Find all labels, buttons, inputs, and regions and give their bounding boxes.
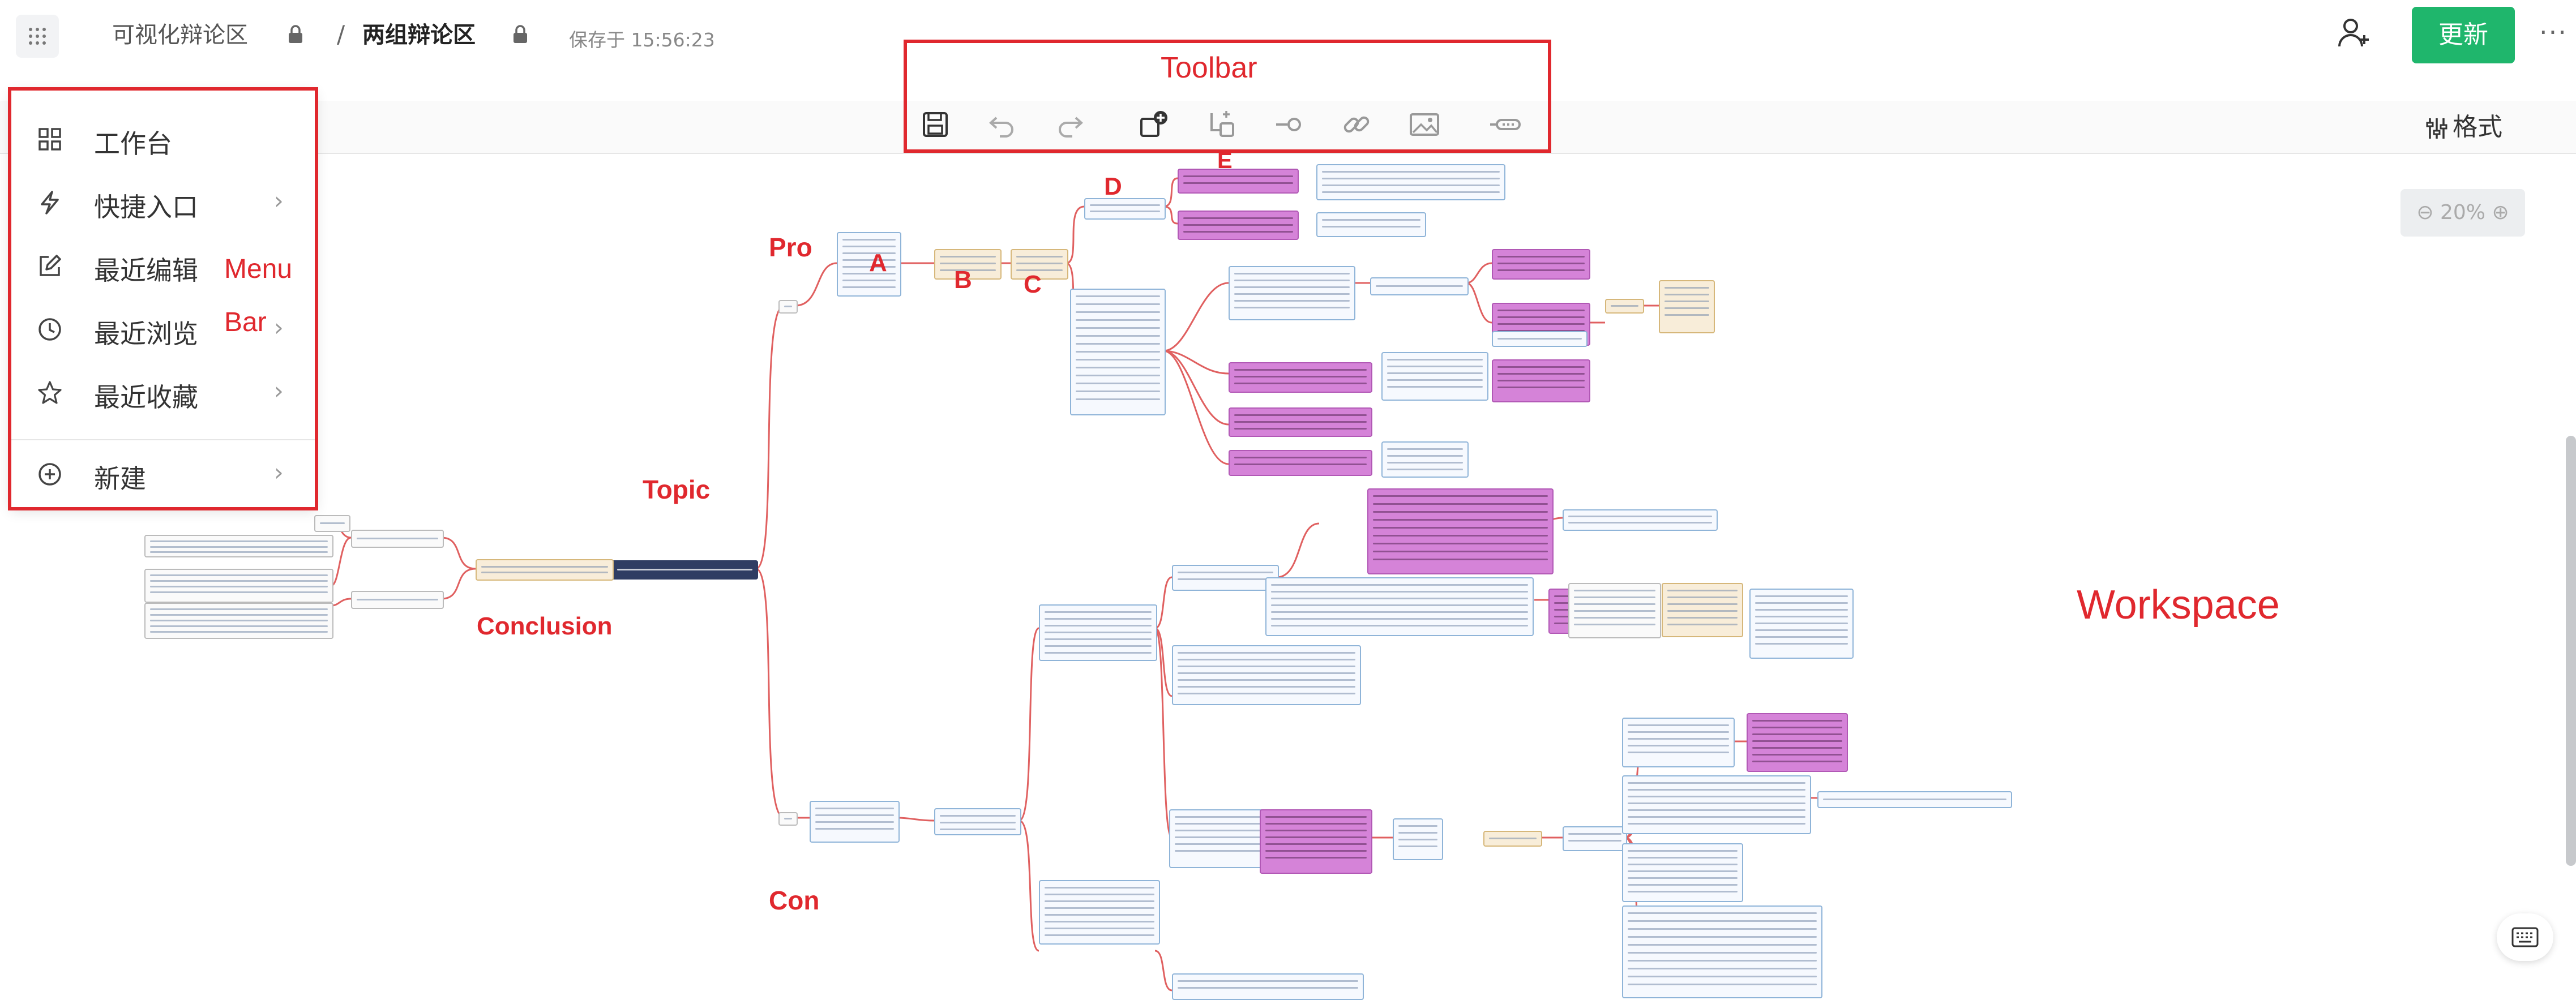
zoom-in-icon[interactable]: ⊕ <box>2492 201 2509 224</box>
pro-leaf-node[interactable] <box>1492 331 1587 347</box>
node-b-annotation-label: B <box>954 266 972 294</box>
keyboard-shortcuts-button[interactable] <box>2497 913 2553 961</box>
pro-leaf-node[interactable] <box>1605 299 1644 314</box>
con-leaf-node[interactable] <box>1749 589 1854 659</box>
con-leaf-node[interactable] <box>1622 775 1811 834</box>
pro-annotation-label: Pro <box>769 233 812 262</box>
zoom-level: 20% <box>2440 201 2485 224</box>
pro-pink-node[interactable] <box>1229 407 1372 437</box>
menu-annotation-box <box>8 87 318 510</box>
node-e-annotation-label: E <box>1217 148 1233 173</box>
topic-node[interactable] <box>611 560 758 580</box>
con-node[interactable] <box>1265 577 1534 636</box>
conclusion-node[interactable] <box>476 559 614 581</box>
con-evidence-node[interactable] <box>1039 604 1157 661</box>
con-node[interactable] <box>934 808 1021 835</box>
menu-annotation-label: Bar <box>224 307 267 337</box>
topic-annotation-label: Topic <box>643 475 711 504</box>
con-pink-node[interactable] <box>1747 713 1848 772</box>
workspace-annotation-label: Workspace <box>2077 582 2280 628</box>
conclusion-leaf-node[interactable] <box>144 603 333 639</box>
con-node[interactable] <box>1483 831 1542 847</box>
con-node[interactable] <box>1172 565 1279 591</box>
con-node[interactable] <box>778 812 798 826</box>
pro-pink-node[interactable] <box>1492 359 1590 402</box>
node-c-annotation-label: C <box>1024 271 1042 298</box>
conclusion-child-node[interactable] <box>351 591 444 609</box>
pro-pink-node[interactable] <box>1178 211 1299 240</box>
con-leaf-node[interactable] <box>1568 583 1661 638</box>
con-leaf-node[interactable] <box>1622 843 1743 902</box>
pro-leaf-node[interactable] <box>1381 352 1488 401</box>
pro-leaf-node[interactable] <box>1316 164 1505 200</box>
pro-leaf-node[interactable] <box>1381 441 1469 478</box>
con-leaf-node[interactable] <box>1662 583 1743 637</box>
keyboard-icon <box>2511 927 2539 947</box>
zoom-out-icon[interactable]: ⊖ <box>2416 201 2433 224</box>
con-leaf-node[interactable] <box>1563 509 1718 531</box>
pro-node-e[interactable] <box>1178 169 1299 194</box>
con-node[interactable] <box>1172 973 1364 1000</box>
con-leaf-node[interactable] <box>1622 905 1822 998</box>
conclusion-child-node[interactable] <box>351 530 444 548</box>
toolbar-annotation-label: Toolbar <box>1161 51 1257 84</box>
con-node[interactable] <box>1172 645 1361 705</box>
conclusion-leaf-node[interactable] <box>314 515 350 532</box>
pro-evidence-node[interactable] <box>1070 289 1166 415</box>
pro-node-d[interactable] <box>1084 198 1166 220</box>
con-argument-node[interactable] <box>810 801 900 843</box>
conclusion-leaf-node[interactable] <box>144 569 333 603</box>
pro-leaf-node[interactable] <box>1370 277 1469 295</box>
node-a-annotation-label: A <box>869 249 887 277</box>
pro-leaf-node[interactable] <box>1316 212 1426 237</box>
con-evidence-node[interactable] <box>1039 880 1160 945</box>
conclusion-leaf-node[interactable] <box>144 535 333 557</box>
con-node[interactable] <box>1393 818 1443 860</box>
pro-pink-node[interactable] <box>1229 450 1372 476</box>
pro-argument-node[interactable] <box>1229 266 1355 320</box>
pro-pink-node[interactable] <box>1492 249 1590 280</box>
node-d-annotation-label: D <box>1104 173 1122 200</box>
con-pink-node[interactable] <box>1260 809 1372 874</box>
pro-leaf-node[interactable] <box>1659 280 1715 333</box>
pro-node[interactable] <box>778 300 798 314</box>
con-leaf-node[interactable] <box>1817 791 2012 808</box>
vertical-scrollbar[interactable] <box>2566 436 2576 866</box>
menu-annotation-label: Menu <box>224 254 293 284</box>
con-pink-node[interactable] <box>1367 488 1554 574</box>
conclusion-annotation-label: Conclusion <box>477 612 613 640</box>
zoom-control[interactable]: ⊖ 20% ⊕ <box>2400 189 2525 237</box>
pro-pink-node[interactable] <box>1229 362 1372 393</box>
con-leaf-node[interactable] <box>1622 718 1735 767</box>
con-node[interactable] <box>1563 826 1627 851</box>
con-annotation-label: Con <box>769 886 820 915</box>
